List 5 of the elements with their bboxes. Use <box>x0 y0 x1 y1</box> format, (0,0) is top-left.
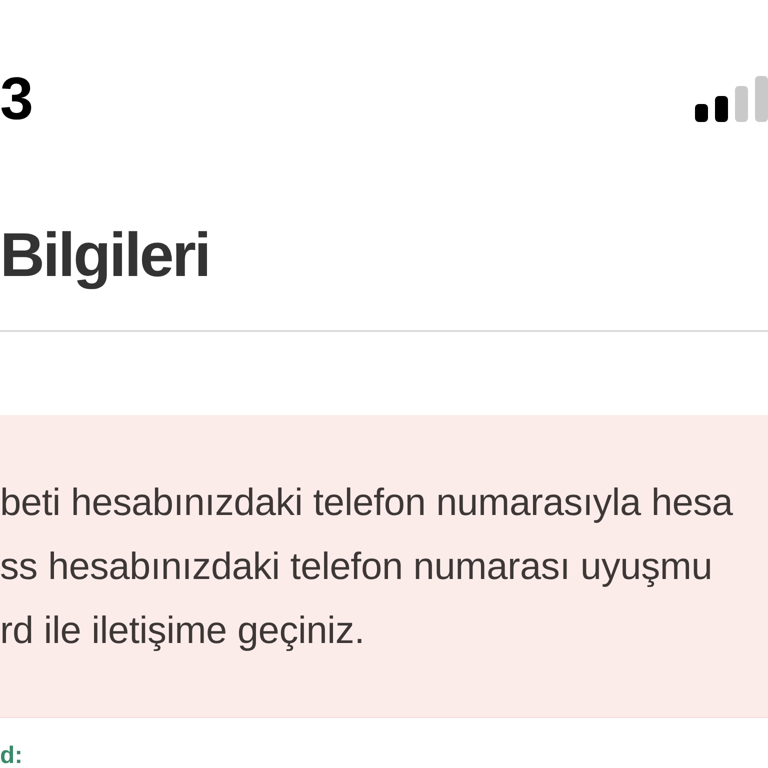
page-title: Bilgileri <box>0 225 210 287</box>
signal-icon <box>695 76 768 122</box>
section-label: d: <box>0 744 23 768</box>
alert-message: beti hesabınızdaki telefon numarasıyla hesa ss hesabınızdaki telefon numarası uyuşmu rd ile iletişime geçiniz. <box>0 481 733 654</box>
status-time: 3 <box>0 76 34 122</box>
